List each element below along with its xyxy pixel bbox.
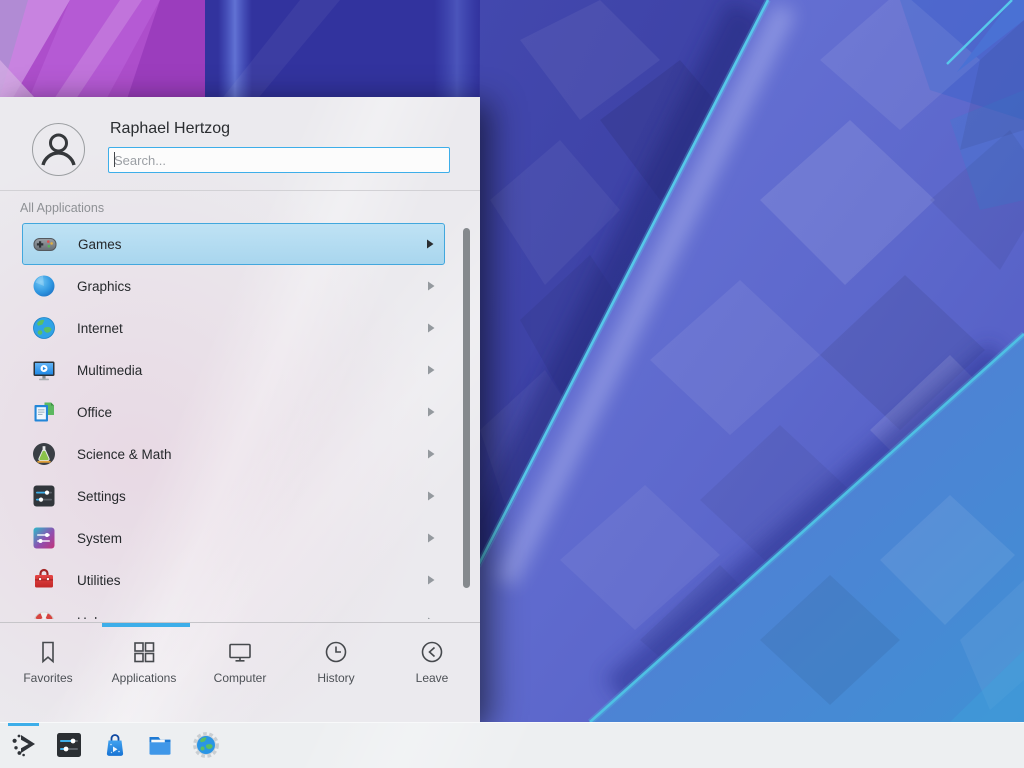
launcher-tab-bar: Favorites Applications Computer bbox=[0, 634, 480, 698]
globe-gear-icon[interactable] bbox=[192, 731, 220, 759]
active-tab-indicator bbox=[102, 623, 190, 627]
scrollbar[interactable] bbox=[463, 228, 470, 588]
text-cursor bbox=[114, 152, 115, 167]
launcher-active-indicator bbox=[8, 723, 39, 726]
footer-divider bbox=[0, 622, 480, 623]
category-label: Office bbox=[77, 405, 112, 420]
office-documents-icon bbox=[31, 399, 57, 425]
category-utilities[interactable]: Utilities bbox=[22, 559, 445, 601]
bookmark-icon bbox=[34, 638, 62, 666]
chevron-right-icon bbox=[427, 365, 435, 375]
tab-leave[interactable]: Leave bbox=[384, 634, 480, 698]
clock-icon bbox=[322, 638, 350, 666]
chevron-right-icon bbox=[427, 407, 435, 417]
category-system[interactable]: System bbox=[22, 517, 445, 559]
system-settings-icon[interactable] bbox=[55, 731, 83, 759]
graphics-ball-icon bbox=[31, 273, 57, 299]
category-list: Games Graphics bbox=[22, 223, 445, 619]
chevron-right-icon bbox=[427, 281, 435, 291]
kde-kickoff-icon[interactable] bbox=[10, 731, 38, 759]
gamepad-icon bbox=[32, 231, 58, 257]
chevron-right-icon bbox=[427, 449, 435, 459]
chevron-right-icon bbox=[427, 575, 435, 585]
chevron-right-icon bbox=[427, 533, 435, 543]
category-games[interactable]: Games bbox=[22, 223, 445, 265]
category-label: Settings bbox=[77, 489, 126, 504]
tab-computer[interactable]: Computer bbox=[192, 634, 288, 698]
system-sliders-icon bbox=[31, 525, 57, 551]
grid-icon bbox=[130, 638, 158, 666]
tab-history[interactable]: History bbox=[288, 634, 384, 698]
tab-label: Computer bbox=[214, 671, 267, 685]
application-launcher: Raphael Hertzog All Applications Games bbox=[0, 97, 480, 722]
internet-globe-icon bbox=[31, 315, 57, 341]
header-divider bbox=[0, 190, 480, 191]
help-lifebuoy-icon bbox=[31, 609, 57, 619]
tab-label: Leave bbox=[416, 671, 449, 685]
category-label: Help bbox=[77, 615, 105, 620]
search-input[interactable] bbox=[108, 147, 450, 173]
tab-label: Favorites bbox=[23, 671, 72, 685]
category-graphics[interactable]: Graphics bbox=[22, 265, 445, 307]
category-label: Graphics bbox=[77, 279, 131, 294]
category-settings[interactable]: Settings bbox=[22, 475, 445, 517]
chevron-right-icon bbox=[427, 617, 435, 619]
tab-label: History bbox=[317, 671, 354, 685]
category-internet[interactable]: Internet bbox=[22, 307, 445, 349]
desktop: Raphael Hertzog All Applications Games bbox=[0, 0, 1024, 768]
discover-bag-icon[interactable] bbox=[101, 731, 129, 759]
computer-icon bbox=[226, 638, 254, 666]
category-help[interactable]: Help bbox=[22, 601, 445, 619]
category-label: Science & Math bbox=[77, 447, 172, 462]
chevron-right-icon bbox=[427, 491, 435, 501]
category-label: Multimedia bbox=[77, 363, 142, 378]
folder-icon[interactable] bbox=[146, 731, 174, 759]
section-label: All Applications bbox=[20, 201, 104, 215]
chevron-right-icon bbox=[426, 239, 434, 249]
settings-sliders-icon bbox=[31, 483, 57, 509]
science-flask-icon bbox=[31, 441, 57, 467]
category-label: System bbox=[77, 531, 122, 546]
leave-icon bbox=[418, 638, 446, 666]
category-label: Internet bbox=[77, 321, 123, 336]
category-science-math[interactable]: Science & Math bbox=[22, 433, 445, 475]
utilities-toolbox-icon bbox=[31, 567, 57, 593]
category-label: Games bbox=[78, 237, 122, 252]
tab-label: Applications bbox=[112, 671, 177, 685]
chevron-right-icon bbox=[427, 323, 435, 333]
tab-favorites[interactable]: Favorites bbox=[0, 634, 96, 698]
tab-applications[interactable]: Applications bbox=[96, 634, 192, 698]
category-office[interactable]: Office bbox=[22, 391, 445, 433]
taskbar: ES 7:03 PM 4/24/21 bbox=[0, 722, 1024, 768]
category-multimedia[interactable]: Multimedia bbox=[22, 349, 445, 391]
category-label: Utilities bbox=[77, 573, 121, 588]
user-name: Raphael Hertzog bbox=[110, 120, 230, 138]
multimedia-monitor-icon bbox=[31, 357, 57, 383]
user-avatar-icon[interactable] bbox=[32, 123, 85, 176]
